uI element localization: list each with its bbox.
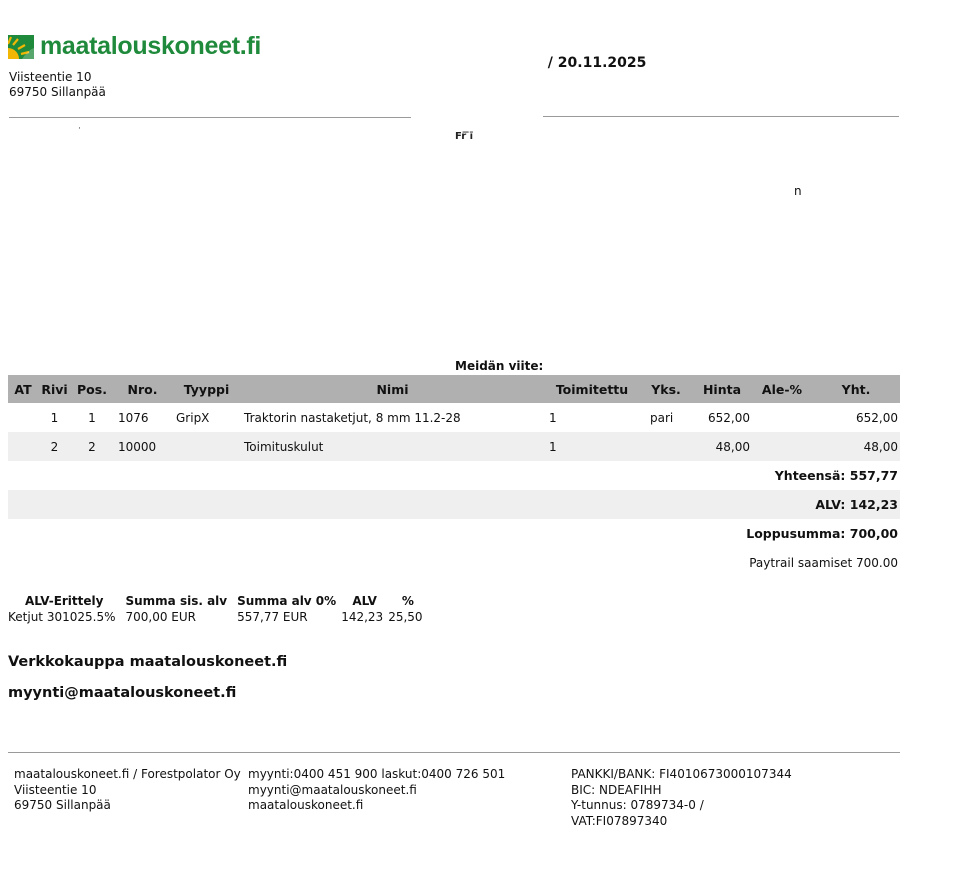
reference-label: Meidän viite:: [455, 359, 544, 373]
header-fragment-right: n: [794, 184, 802, 198]
paytrail-row: Paytrail saamiset 700.00: [8, 548, 900, 577]
footer-iban: PANKKI/BANK: FI4010673000107344: [571, 767, 792, 781]
vat-breakdown-table: ALV-Erittely Summa sis. alv Summa alv 0%…: [8, 593, 428, 625]
cell-hinta: 48,00: [692, 432, 752, 461]
vat-cell-erittely: Ketjut 301025.5%: [8, 610, 116, 624]
cell-yks: pari: [650, 410, 674, 425]
shop-email[interactable]: myynti@maatalouskoneet.fi: [8, 685, 236, 701]
col-header-nro: Nro.: [113, 375, 172, 403]
footer-vat-id: VAT:FI07897340: [571, 813, 668, 828]
cell-ale: [752, 432, 812, 461]
shop-name: Verkkokauppa maatalouskoneet.fi: [8, 654, 288, 670]
col-header-pos: Pos.: [71, 375, 113, 403]
footer-company-name: maatalouskoneet.fi / Forestpolator Oy: [14, 767, 241, 781]
vat-col-sis-alv: Summa sis. alv: [125, 594, 228, 608]
subtotal-value: Yhteensä: 557,77: [774, 468, 898, 483]
header-divider-left: [9, 117, 411, 118]
col-header-ale: Ale-%: [752, 375, 812, 403]
vat-col-alv: ALV: [352, 594, 377, 608]
cell-rivi: 1: [50, 410, 59, 425]
col-header-rivi: Rivi: [38, 375, 71, 403]
cell-yht: 48,00: [812, 432, 900, 461]
company-postal: 69750 Sillanpää: [9, 85, 106, 99]
footer-website[interactable]: maatalouskoneet.fi: [248, 798, 505, 814]
col-header-at: AT: [8, 375, 38, 403]
company-logo: maatalouskoneet.fi: [8, 32, 261, 61]
vat-col-alv0: Summa alv 0%: [237, 594, 337, 608]
col-header-hinta: Hinta: [692, 375, 752, 403]
cell-yht: 652,00: [856, 410, 898, 425]
cell-nro: 1076: [118, 410, 149, 425]
cell-at: [8, 403, 38, 432]
document-id-date: / 20.11.2025: [545, 55, 647, 71]
footer-phones: myynti:0400 451 900 laskut:0400 726 501: [248, 767, 506, 781]
footer-business-id: Y-tunnus: 0789734-0 /: [571, 798, 704, 812]
table-header-row: AT Rivi Pos. Nro. Tyyppi Nimi Toimitettu…: [8, 375, 900, 403]
col-header-yks: Yks.: [640, 375, 692, 403]
col-header-toimitettu: Toimitettu: [544, 375, 640, 403]
header-fragment-dot: ·: [78, 124, 81, 134]
footer-company-street: Viisteentie 10: [14, 782, 97, 797]
cell-hinta: 652,00: [708, 410, 750, 425]
header-fragment-mid: Fr̄ ̄ı̄: [455, 131, 477, 142]
footer-company-postal: 69750 Sillanpää: [14, 798, 111, 812]
cell-toimitettu: 1: [549, 410, 557, 425]
cell-ale: [752, 403, 812, 432]
cell-pos: 2: [71, 432, 113, 461]
sun-field-logo-icon: [8, 34, 34, 59]
logo-text: maatalouskoneet.fi: [40, 32, 262, 60]
company-street: Viisteentie 10: [9, 70, 92, 84]
grand-total-value: Loppusumma: 700,00: [746, 526, 898, 541]
footer-bic: BIC: NDEAFIHH: [571, 782, 662, 797]
vat-cell-alv0: 557,77 EUR: [237, 610, 308, 624]
table-row: 1 1 1076 GripX Traktorin nastaketjut, 8 …: [8, 403, 900, 432]
cell-nimi: Traktorin nastaketjut, 8 mm 11.2-28: [244, 410, 461, 425]
footer-email[interactable]: myynti@maatalouskoneet.fi: [248, 783, 505, 799]
footer-company: maatalouskoneet.fi / Forestpolator Oy Vi…: [14, 767, 241, 814]
vat-col-erittely: ALV-Erittely: [25, 594, 104, 608]
subtotal-row: Yhteensä: 557,77: [8, 461, 900, 490]
vat-cell-alv: 142,23: [341, 610, 384, 624]
col-header-nimi: Nimi: [241, 375, 544, 403]
vat-cell-percent: 25,50: [388, 610, 423, 624]
grand-total-row: Loppusumma: 700,00: [8, 519, 900, 548]
cell-nro: 10000: [113, 432, 172, 461]
company-address: Viisteentie 10 69750 Sillanpää: [9, 70, 106, 100]
footer-bank: PANKKI/BANK: FI4010673000107344 BIC: NDE…: [571, 767, 792, 829]
vat-total-value: ALV: 142,23: [8, 490, 900, 519]
col-header-tyyppi: Tyyppi: [172, 375, 241, 403]
header-divider-right: [543, 116, 899, 117]
vat-breakdown-row: Ketjut 301025.5% 700,00 EUR 557,77 EUR 1…: [8, 609, 428, 625]
cell-yks: [640, 432, 692, 461]
cell-nimi: Toimituskulut: [241, 432, 544, 461]
vat-breakdown-header: ALV-Erittely Summa sis. alv Summa alv 0%…: [8, 593, 428, 609]
footer-contact: myynti:0400 451 900 laskut:0400 726 501 …: [248, 767, 505, 814]
cell-toimitettu: 1: [544, 432, 640, 461]
cell-at: [8, 432, 38, 461]
table-row: 2 2 10000 Toimituskulut 1 48,00 48,00: [8, 432, 900, 461]
invoice-items-table: AT Rivi Pos. Nro. Tyyppi Nimi Toimitettu…: [8, 375, 900, 577]
col-header-yht: Yht.: [812, 375, 900, 403]
vat-col-percent: %: [401, 594, 414, 608]
paytrail-value: Paytrail saamiset 700.00: [749, 555, 898, 570]
footer-divider: [8, 752, 900, 753]
vat-cell-sis-alv: 700,00 EUR: [125, 610, 196, 624]
cell-pos: 1: [88, 410, 96, 425]
cell-tyyppi: [172, 432, 241, 461]
cell-rivi: 2: [38, 432, 71, 461]
vat-total-row: ALV: 142,23: [8, 490, 900, 519]
cell-tyyppi: GripX: [176, 410, 210, 425]
